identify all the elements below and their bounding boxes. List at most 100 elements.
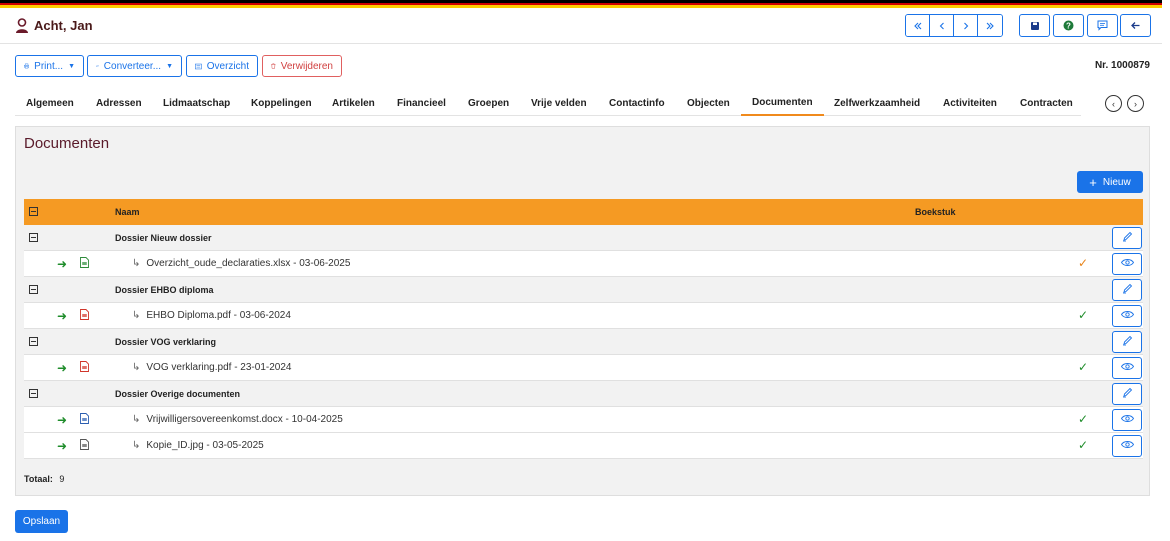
previous-icon[interactable] <box>930 15 954 36</box>
collapse-icon[interactable] <box>29 337 38 346</box>
table-row: ➜ ↳ VOG verklaring.pdf - 23-01-2024 ✓ <box>24 355 1143 381</box>
printer-icon <box>24 63 30 69</box>
pencil-icon <box>1122 231 1133 245</box>
tabs-scroll-right-icon[interactable]: › <box>1127 95 1144 112</box>
group-name: Dossier Overige documenten <box>115 389 241 399</box>
tab-activiteiten[interactable]: Activiteiten <box>932 91 1008 115</box>
sub-item-arrow-icon: ↳ <box>132 310 141 321</box>
group-name: Dossier Nieuw dossier <box>115 233 212 243</box>
list-icon <box>195 63 202 69</box>
pencil-icon <box>1122 387 1133 401</box>
delete-button[interactable]: Verwijderen <box>262 55 342 77</box>
view-button[interactable] <box>1112 305 1142 327</box>
view-button[interactable] <box>1112 253 1142 275</box>
first-icon[interactable] <box>906 15 930 36</box>
column-header-booking: Boekstuk <box>915 207 956 217</box>
convert-button[interactable]: Converteer... ▼ <box>87 55 182 77</box>
group-name: Dossier VOG verklaring <box>115 337 217 347</box>
arrow-right-icon[interactable]: ➜ <box>57 361 67 375</box>
document-name-label: Kopie_ID.jpg - 03-05-2025 <box>146 440 264 451</box>
table-row: ➜ ↳ Vrijwilligersovereenkomst.docx - 10-04… <box>24 407 1143 433</box>
tab-algemeen[interactable]: Algemeen <box>15 91 85 115</box>
table-header: Naam Boekstuk <box>24 199 1143 225</box>
new-label: Nieuw <box>1102 176 1131 188</box>
table-group-row: Dossier Nieuw dossier <box>24 225 1143 251</box>
back-icon[interactable] <box>1120 14 1151 37</box>
tab-vrije-velden[interactable]: Vrije velden <box>520 91 598 115</box>
save-button[interactable]: Opslaan <box>15 510 68 533</box>
tab-adressen[interactable]: Adressen <box>85 91 153 115</box>
tab-artikelen[interactable]: Artikelen <box>321 91 386 115</box>
tab-koppelingen[interactable]: Koppelingen <box>240 91 323 115</box>
total-count: Totaal: 9 <box>24 474 64 484</box>
total-value: 9 <box>59 474 65 484</box>
sub-item-arrow-icon: ↳ <box>132 440 141 451</box>
xlsx-file-icon <box>80 257 89 268</box>
overview-button[interactable]: Overzicht <box>186 55 258 77</box>
arrow-right-icon[interactable]: ➜ <box>57 257 67 271</box>
tab-documenten[interactable]: Documenten <box>741 91 824 116</box>
jpg-file-icon <box>80 439 89 450</box>
tab-bar: Algemeen Adressen Lidmaatschap Koppeling… <box>15 91 1081 116</box>
eye-icon <box>1120 362 1134 374</box>
new-document-button[interactable]: + Nieuw <box>1077 171 1143 193</box>
table-row: ➜ ↳ EHBO Diploma.pdf - 03-06-2024 ✓ <box>24 303 1143 329</box>
comment-icon[interactable] <box>1087 14 1118 37</box>
table-row: ➜ ↳ Kopie_ID.jpg - 03-05-2025 ✓ <box>24 433 1143 459</box>
view-button[interactable] <box>1112 435 1142 457</box>
edit-button[interactable] <box>1112 383 1142 405</box>
document-name[interactable]: ↳ EHBO Diploma.pdf - 03-06-2024 <box>132 310 291 321</box>
collapse-icon[interactable] <box>29 389 38 398</box>
panel-title: Documenten <box>24 135 110 152</box>
last-icon[interactable] <box>978 15 1002 36</box>
tab-objecten[interactable]: Objecten <box>676 91 741 115</box>
tab-lidmaatschap[interactable]: Lidmaatschap <box>152 91 241 115</box>
pdf-file-icon <box>80 361 89 372</box>
edit-button[interactable] <box>1112 227 1142 249</box>
next-icon[interactable] <box>954 15 978 36</box>
document-name[interactable]: ↳ Overzicht_oude_declaraties.xlsx - 03-06… <box>132 258 350 269</box>
svg-text:?: ? <box>1066 21 1071 30</box>
document-name-label: Overzicht_oude_declaraties.xlsx - 03-06-… <box>146 258 351 269</box>
table-group-row: Dossier Overige documenten <box>24 381 1143 407</box>
pencil-icon <box>1122 283 1133 297</box>
print-button[interactable]: Print... ▼ <box>15 55 84 77</box>
document-name[interactable]: ↳ Vrijwilligersovereenkomst.docx - 10-04-… <box>132 414 343 425</box>
arrow-right-icon[interactable]: ➜ <box>57 413 67 427</box>
print-label: Print... <box>34 60 64 72</box>
tab-zelfwerkzaamheid[interactable]: Zelfwerkzaamheid <box>823 91 931 115</box>
document-name-label: EHBO Diploma.pdf - 03-06-2024 <box>146 310 291 321</box>
view-button[interactable] <box>1112 409 1142 431</box>
collapse-all-icon[interactable] <box>29 207 38 216</box>
plus-icon: + <box>1089 174 1097 190</box>
pencil-icon <box>1122 335 1133 349</box>
tab-financieel[interactable]: Financieel <box>386 91 457 115</box>
table-row: ➜ ↳ Overzicht_oude_declaraties.xlsx - 03-0… <box>24 251 1143 277</box>
caret-down-icon: ▼ <box>68 62 75 70</box>
collapse-icon[interactable] <box>29 233 38 242</box>
check-icon: ✓ <box>1078 256 1089 270</box>
trash-icon <box>271 63 276 69</box>
edit-button[interactable] <box>1112 279 1142 301</box>
tab-contactinfo[interactable]: Contactinfo <box>598 91 676 115</box>
document-name-label: VOG verklaring.pdf - 23-01-2024 <box>146 362 292 373</box>
document-name[interactable]: ↳ Kopie_ID.jpg - 03-05-2025 <box>132 440 264 451</box>
documents-panel: Documenten + Nieuw Naam Boekstuk Dossier… <box>15 126 1150 496</box>
edit-button[interactable] <box>1112 331 1142 353</box>
collapse-icon[interactable] <box>29 285 38 294</box>
tab-groepen[interactable]: Groepen <box>457 91 520 115</box>
document-name-label: Vrijwilligersovereenkomst.docx - 10-04-2… <box>146 414 343 425</box>
record-navigation <box>905 14 1003 37</box>
table-group-row: Dossier EHBO diploma <box>24 277 1143 303</box>
document-name[interactable]: ↳ VOG verklaring.pdf - 23-01-2024 <box>132 362 291 373</box>
total-label: Totaal: <box>24 474 53 484</box>
arrow-right-icon[interactable]: ➜ <box>57 309 67 323</box>
help-icon[interactable]: ? <box>1053 14 1084 37</box>
tabs-scroll-left-icon[interactable]: ‹ <box>1105 95 1122 112</box>
record-header: Acht, Jan ? <box>0 8 1162 44</box>
view-button[interactable] <box>1112 357 1142 379</box>
save-icon[interactable] <box>1019 14 1050 37</box>
tab-contracten[interactable]: Contracten <box>1009 91 1084 115</box>
sub-item-arrow-icon: ↳ <box>132 362 141 373</box>
arrow-right-icon[interactable]: ➜ <box>57 439 67 453</box>
